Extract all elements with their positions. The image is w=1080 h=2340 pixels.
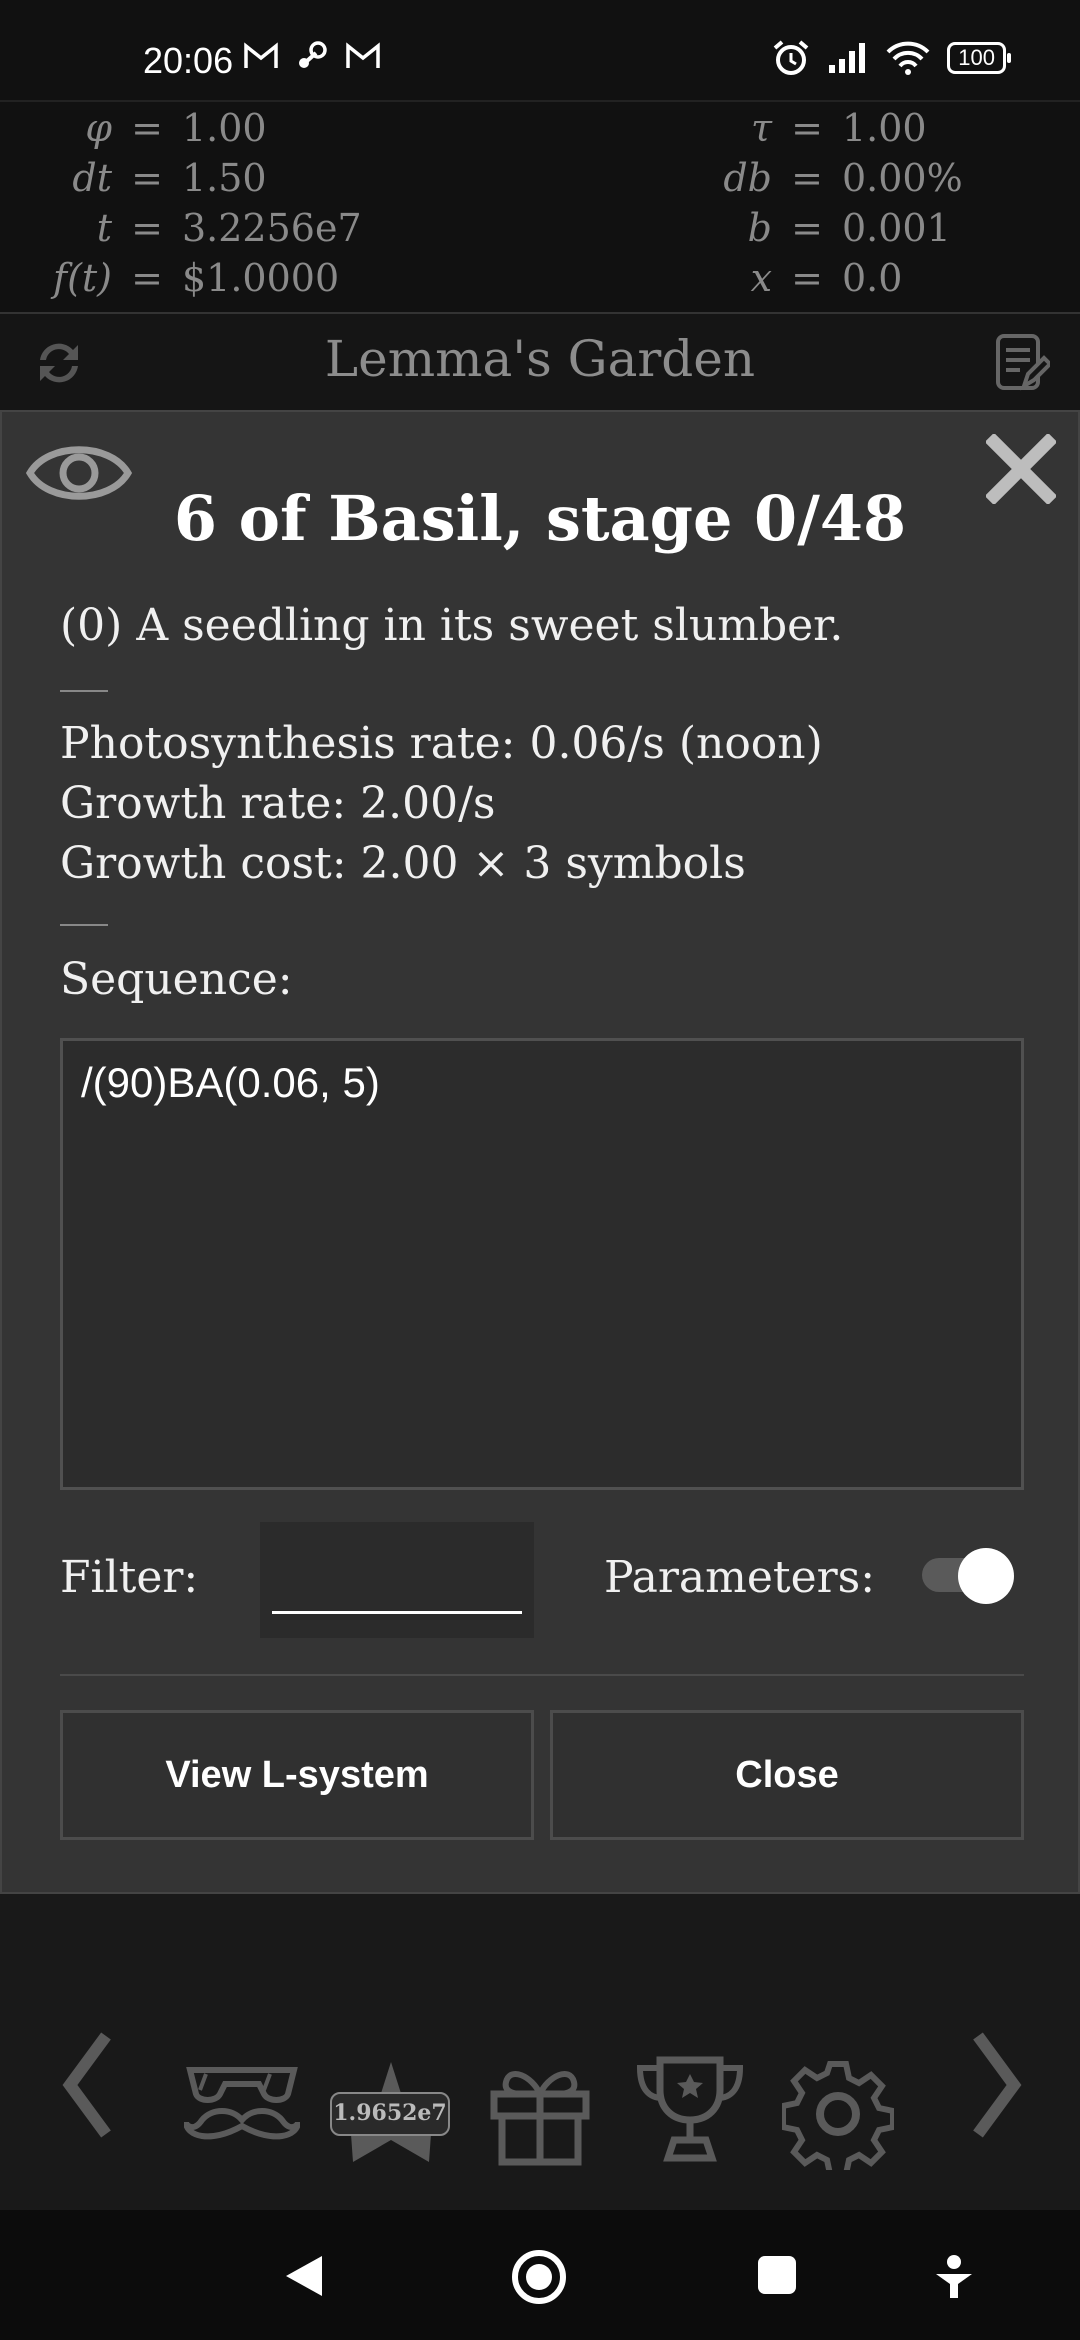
plant-details-dialog: 6 of Basil, stage 0/48 (0) A seedling in…: [0, 410, 1080, 1894]
variable-row: db = 0.00%: [723, 156, 963, 200]
parameters-toggle[interactable]: [922, 1548, 1014, 1604]
sequence-value: /(90)BA(0.06, 5): [81, 1059, 380, 1106]
trophy-icon[interactable]: [634, 2054, 746, 2166]
variable-row: x = 0.0: [750, 256, 903, 300]
header-bar: Lemma's Garden: [0, 312, 1080, 412]
settings-gear-icon[interactable]: [782, 2058, 894, 2170]
battery-indicator: 100: [947, 42, 1011, 74]
variable-row: dt = 1.50: [72, 156, 267, 200]
divider-short: [60, 690, 108, 692]
page-title: Lemma's Garden: [324, 330, 756, 388]
variable-row: b = 0.001: [747, 206, 951, 250]
toggle-knob: [958, 1548, 1014, 1604]
signal-icon: [829, 43, 866, 73]
stage-description: (0) A seedling in its sweet slumber.: [60, 600, 844, 651]
wifi-icon: [886, 41, 930, 75]
chevron-right-icon[interactable]: [968, 2030, 1028, 2140]
divider: [60, 1674, 1024, 1676]
notes-icon[interactable]: [994, 332, 1050, 394]
variables-panel: φ = 1.00 dt = 1.50 t = 3.2256e7 f(t) = $1.0000 τ…: [0, 100, 1080, 314]
steam-icon: [299, 41, 327, 68]
photosynthesis-rate: Photosynthesis rate: 0.06/s (noon): [60, 718, 823, 769]
chevron-left-icon[interactable]: [56, 2030, 116, 2140]
variable-row: τ = 1.00: [750, 106, 927, 150]
status-time: 20:06: [143, 40, 234, 81]
growth-cost: Growth cost: 2.00 × 3 symbols: [60, 838, 746, 889]
variable-row: f(t) = $1.0000: [53, 256, 340, 300]
sequence-textarea[interactable]: /(90)BA(0.06, 5): [60, 1038, 1024, 1490]
gmail-icon-2: [346, 42, 380, 68]
alarm-icon: [773, 40, 809, 75]
view-lsystem-button[interactable]: View L-system: [60, 1710, 534, 1840]
recents-icon[interactable]: [756, 2254, 798, 2296]
back-icon[interactable]: [282, 2252, 326, 2300]
sequence-label: Sequence:: [60, 954, 293, 1005]
parameters-label: Parameters:: [604, 1552, 876, 1603]
currency-badge: 1.9652e7: [330, 2092, 450, 2136]
close-button[interactable]: Close: [550, 1710, 1024, 1840]
status-bar: 20:06 100: [0, 0, 1080, 100]
gift-icon[interactable]: [484, 2060, 596, 2168]
home-icon[interactable]: [510, 2248, 568, 2306]
dialog-title: 6 of Basil, stage 0/48: [173, 482, 907, 555]
gmail-icon: [244, 42, 278, 68]
variable-row: φ = 1.00: [85, 106, 267, 150]
growth-rate: Growth rate: 2.00/s: [60, 778, 496, 829]
accessibility-icon[interactable]: [934, 2254, 974, 2300]
filter-input[interactable]: [260, 1522, 534, 1638]
variable-row: t = 3.2256e7: [96, 206, 362, 250]
disguise-icon[interactable]: [184, 2060, 300, 2150]
divider-short: [60, 924, 108, 926]
filter-label: Filter:: [60, 1552, 199, 1603]
system-navigation-bar: [0, 2210, 1080, 2340]
bottom-navigation: [0, 2030, 1080, 2210]
